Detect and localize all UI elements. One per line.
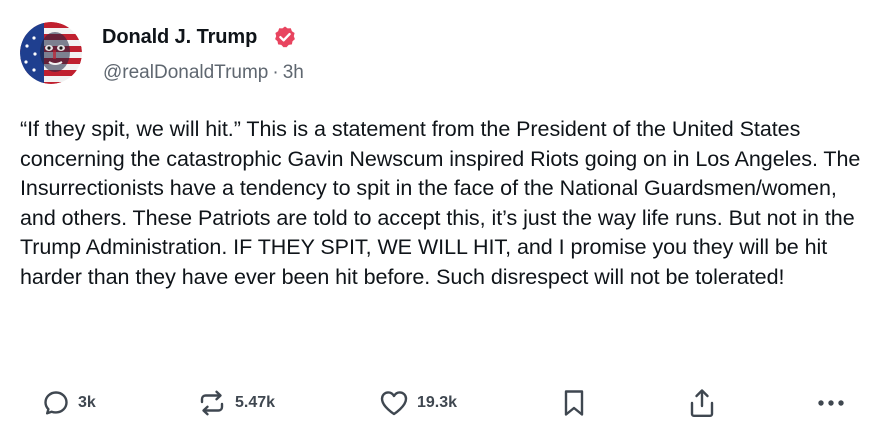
display-name[interactable]: Donald J. Trump: [102, 26, 257, 49]
reply-count: 3k: [78, 394, 96, 411]
repost-button[interactable]: 5.47k: [197, 386, 275, 420]
handle[interactable]: @realDonaldTrump: [103, 62, 268, 83]
post-text: “If they spit, we will hit.” This is a s…: [20, 117, 861, 289]
share-button[interactable]: [687, 386, 717, 420]
handle-line: @realDonaldTrump · 3h: [103, 62, 304, 84]
like-count: 19.3k: [417, 394, 458, 411]
separator: ·: [272, 62, 279, 83]
post-time[interactable]: 3h: [283, 62, 304, 83]
post-card: Donald J. Trump @realDonaldTrump · 3h “If …: [0, 0, 889, 446]
bookmark-button[interactable]: [561, 386, 587, 420]
verified-badge-icon: [273, 25, 297, 49]
bookmark-icon: [564, 390, 584, 416]
avatar[interactable]: [20, 22, 82, 84]
more-button[interactable]: [813, 386, 849, 420]
comment-icon: [44, 391, 68, 415]
heart-icon: [380, 391, 408, 416]
avatar-image: [20, 22, 82, 84]
share-icon: [690, 389, 714, 417]
more-dots-icon: [818, 400, 844, 406]
repost-count: 5.47k: [235, 394, 276, 411]
like-button[interactable]: 19.3k: [379, 386, 457, 420]
repost-icon: [200, 390, 224, 416]
reply-button[interactable]: 3k: [42, 386, 96, 420]
